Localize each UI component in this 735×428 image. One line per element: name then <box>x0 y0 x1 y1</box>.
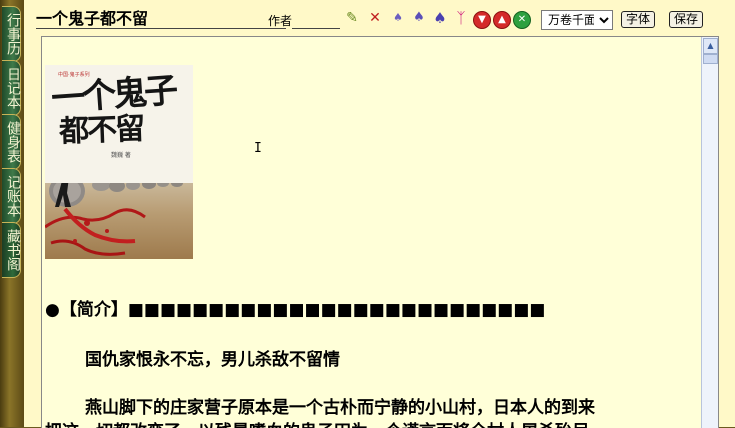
book-title-input[interactable] <box>36 6 286 29</box>
bow-icon[interactable]: ᛉ <box>452 9 470 27</box>
cover-title-line2: 都不留 <box>58 111 144 150</box>
text-cursor-icon: I <box>254 141 262 156</box>
arrow-up-red-icon[interactable]: ▲ <box>493 11 511 29</box>
tab-fitness[interactable]: 健身表 <box>2 114 21 170</box>
cover-artwork <box>45 175 193 259</box>
scroll-thumb[interactable] <box>703 54 718 64</box>
tab-diary[interactable]: 日记本 <box>2 60 21 116</box>
pencil-icon[interactable]: ✎ <box>343 9 361 27</box>
paragraph-line: 燕山脚下的庄家营子原本是一个古朴而宁静的小山村，日本人的到来 <box>85 398 595 418</box>
arrow-down-red-icon[interactable]: ▼ <box>473 11 491 29</box>
toolbar: 作者 ✎ ✕ ♠ ♠ ♠ ᛉ ▼ ▲ ✕ 万卷千面 字体 保存 <box>24 0 735 34</box>
save-button[interactable]: 保存 <box>669 11 704 28</box>
tab-calendar[interactable]: 行事历 <box>2 6 21 62</box>
intro-heading: ●【简介】■■■■■■■■■■■■■■■■■■■■■■■■■■ <box>45 300 546 320</box>
vertical-scrollbar[interactable]: ▲ <box>701 37 718 428</box>
paragraph-line: 国仇家恨永不忘，男儿杀敌不留情 <box>85 350 340 370</box>
content-frame: 中国·鬼子系列 一个鬼子 都不留 魏巍 著 I ●【简介】■■■■■■■■■■■… <box>24 34 735 428</box>
spade-large-icon[interactable]: ♠ <box>431 9 449 27</box>
author-label: 作者 <box>268 14 293 28</box>
spade-medium-icon[interactable]: ♠ <box>410 9 428 27</box>
scroll-up-icon[interactable]: ▲ <box>703 38 718 54</box>
side-tab-strip: 行事历 日记本 健身表 记账本 藏书阁 <box>0 0 24 427</box>
cover-author: 魏巍 著 <box>111 152 131 159</box>
paragraph-line: 把这一切都改变了，以残暴嗜血的鬼子田为一个谎言而将全村人屠杀殆尽 <box>45 417 589 428</box>
author-input[interactable] <box>292 10 340 29</box>
volume-select[interactable]: 万卷千面 <box>541 10 613 30</box>
tab-accounts[interactable]: 记账本 <box>2 168 21 224</box>
tab-library[interactable]: 藏书阁 <box>2 222 21 278</box>
spade-small-icon[interactable]: ♠ <box>389 9 407 27</box>
font-button[interactable]: 字体 <box>621 11 656 28</box>
close-green-icon[interactable]: ✕ <box>513 11 531 29</box>
book-cover-image: 中国·鬼子系列 一个鬼子 都不留 魏巍 著 <box>45 65 193 259</box>
delete-icon[interactable]: ✕ <box>366 9 384 27</box>
book-content-editor[interactable]: 中国·鬼子系列 一个鬼子 都不留 魏巍 著 I ●【简介】■■■■■■■■■■■… <box>41 36 719 428</box>
